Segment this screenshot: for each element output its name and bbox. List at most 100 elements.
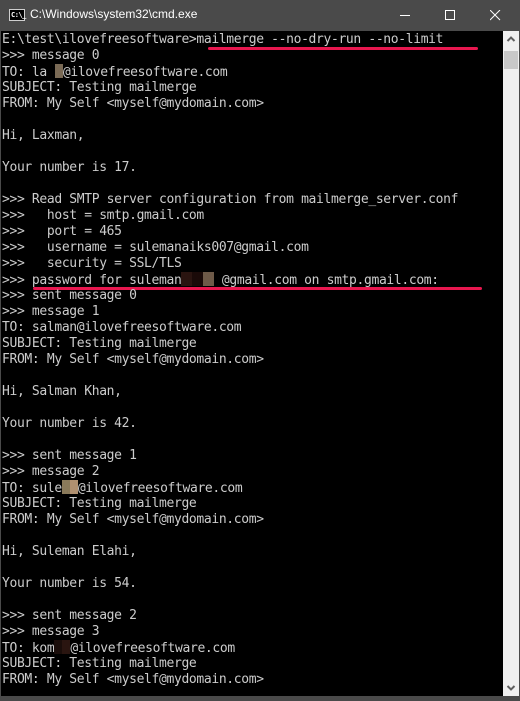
scroll-thumb[interactable]: [504, 51, 518, 69]
console-line-text: >>> sent message 2: [2, 608, 137, 623]
console-line-text: >>> message 0: [2, 48, 100, 63]
console-line: TO: kom @ilovefreesoftware.com: [2, 640, 458, 656]
console-line-text: E:\test\ilovefreesoftware>mailmerge --no…: [2, 32, 444, 47]
redaction-block: [181, 272, 193, 286]
console-output[interactable]: E:\test\ilovefreesoftware>mailmerge --no…: [1, 31, 503, 696]
console-line-text: >>> sent message 0: [2, 288, 137, 303]
console-line-text: TO: sule: [2, 481, 62, 496]
console-line-text: >>> message 1: [2, 304, 100, 319]
maximize-button[interactable]: [427, 0, 473, 31]
console-line-text: FROM: My Self <myself@mydomain.com>: [2, 512, 264, 527]
console-line-text: Hi, Laxman,: [2, 128, 85, 143]
console-line-suffix: @ilovefreesoftware.com: [70, 641, 235, 656]
console-line-suffix: @gmail.com on smtp.gmail.com:: [214, 273, 439, 288]
console-line: >>> port = 465: [2, 224, 458, 240]
console-line-suffix: @ilovefreesoftware.com: [77, 481, 243, 496]
console-line-text: FROM: My Self <myself@mydomain.com>: [2, 672, 264, 687]
console-line-text: Your number is 42.: [2, 416, 137, 431]
close-button[interactable]: [472, 0, 518, 31]
redaction-block: [61, 480, 70, 494]
console-line: >>> message 3: [2, 624, 458, 640]
console-line-text: Hi, Suleman Elahi,: [2, 544, 137, 559]
console-line: FROM: My Self <myself@mydomain.com>: [2, 672, 458, 688]
close-icon: [490, 10, 501, 21]
console-line-text: >>> host = smtp.gmail.com: [2, 208, 204, 223]
maximize-icon: [445, 10, 455, 20]
console-line-suffix: @ilovefreesoftware.com: [62, 65, 228, 80]
console-line-text: TO: salman@ilovefreesoftware.com: [2, 320, 242, 335]
redaction-block: [54, 640, 63, 654]
console-line-text: >>> password for suleman: [2, 273, 182, 288]
console-line-text: FROM: My Self <myself@mydomain.com>: [2, 352, 264, 367]
console-line: >>> sent message 2: [2, 608, 458, 624]
console-line-text: SUBJECT: Testing mailmerge: [2, 336, 197, 351]
console-line: >>> security = SSL/TLS: [2, 256, 458, 272]
minimize-button[interactable]: [382, 0, 428, 31]
console-line: Hi, Salman Khan,: [2, 384, 458, 400]
redacted-text: [61, 480, 78, 496]
console-line: >>> sent message 1: [2, 448, 458, 464]
console-line-text: >>> username = sulemanaiks007@gmail.com: [2, 240, 309, 255]
console-line-text: Hi, Salman Khan,: [2, 384, 122, 399]
console-line-text: SUBJECT: Testing mailmerge: [2, 80, 197, 95]
console-line: SUBJECT: Testing mailmerge: [2, 496, 458, 512]
console-line: Your number is 17.: [2, 160, 458, 176]
redacted-text: [46, 64, 63, 80]
redaction-block: [46, 64, 55, 78]
console-line-text: SUBJECT: Testing mailmerge: [2, 656, 197, 671]
console-line-text: Your number is 17.: [2, 160, 137, 175]
console-line: SUBJECT: Testing mailmerge: [2, 656, 458, 672]
console-line: >>> Read SMTP server configuration from …: [2, 192, 458, 208]
redaction-block: [69, 480, 78, 494]
console-line: FROM: My Self <myself@mydomain.com>: [2, 96, 458, 112]
chevron-up-icon: [506, 36, 516, 42]
console-line-text: >>> Read SMTP server configuration from …: [2, 192, 459, 207]
console-line: >>> sent message 0: [2, 288, 458, 304]
redacted-text: [181, 272, 215, 288]
console-line: TO: sule @ilovefreesoftware.com: [2, 480, 458, 496]
console-line-text: >>> message 3: [2, 624, 100, 639]
console-line-text: >>> sent message 1: [2, 448, 137, 463]
chevron-down-icon: [506, 685, 516, 691]
cmd-icon-text: C:\_: [11, 11, 26, 19]
console-line: Hi, Laxman,: [2, 128, 458, 144]
console-lines: E:\test\ilovefreesoftware>mailmerge --no…: [2, 32, 482, 688]
console-line: FROM: My Self <myself@mydomain.com>: [2, 352, 458, 368]
scroll-up-button[interactable]: [503, 31, 519, 47]
redaction-block: [203, 272, 215, 286]
console-line-text: TO: kom: [2, 641, 55, 656]
console-line: >>> message 2: [2, 464, 458, 480]
console-line: FROM: My Self <myself@mydomain.com>: [2, 512, 458, 528]
console-line: Hi, Suleman Elahi,: [2, 544, 458, 560]
console-line: Your number is 54.: [2, 576, 458, 592]
console-line-text: FROM: My Self <myself@mydomain.com>: [2, 96, 264, 111]
console-line-text: >>> security = SSL/TLS: [2, 256, 182, 271]
console-line-text: Your number is 54.: [2, 576, 137, 591]
console-line: >>> host = smtp.gmail.com: [2, 208, 458, 224]
console-line: TO: salman@ilovefreesoftware.com: [2, 320, 458, 336]
console-line-text: >>> port = 465: [2, 224, 122, 239]
vertical-scrollbar[interactable]: [503, 31, 519, 696]
redacted-text: [54, 640, 71, 656]
console-line: SUBJECT: Testing mailmerge: [2, 80, 458, 96]
console-line: >>> username = sulemanaiks007@gmail.com: [2, 240, 458, 256]
console-line: TO: la @ilovefreesoftware.com: [2, 64, 458, 80]
redaction-block: [54, 64, 63, 78]
scroll-down-button[interactable]: [503, 680, 519, 696]
console-line: >>> password for suleman @gmail.com on s…: [2, 272, 482, 290]
console-line: Your number is 42.: [2, 416, 458, 432]
console-line: >>> message 0: [2, 48, 458, 64]
title-bar[interactable]: C:\_ C:\Windows\system32\cmd.exe: [0, 0, 520, 31]
minimize-icon: [400, 15, 410, 16]
redaction-block: [192, 272, 204, 286]
console-line-text: >>> message 2: [2, 464, 100, 479]
